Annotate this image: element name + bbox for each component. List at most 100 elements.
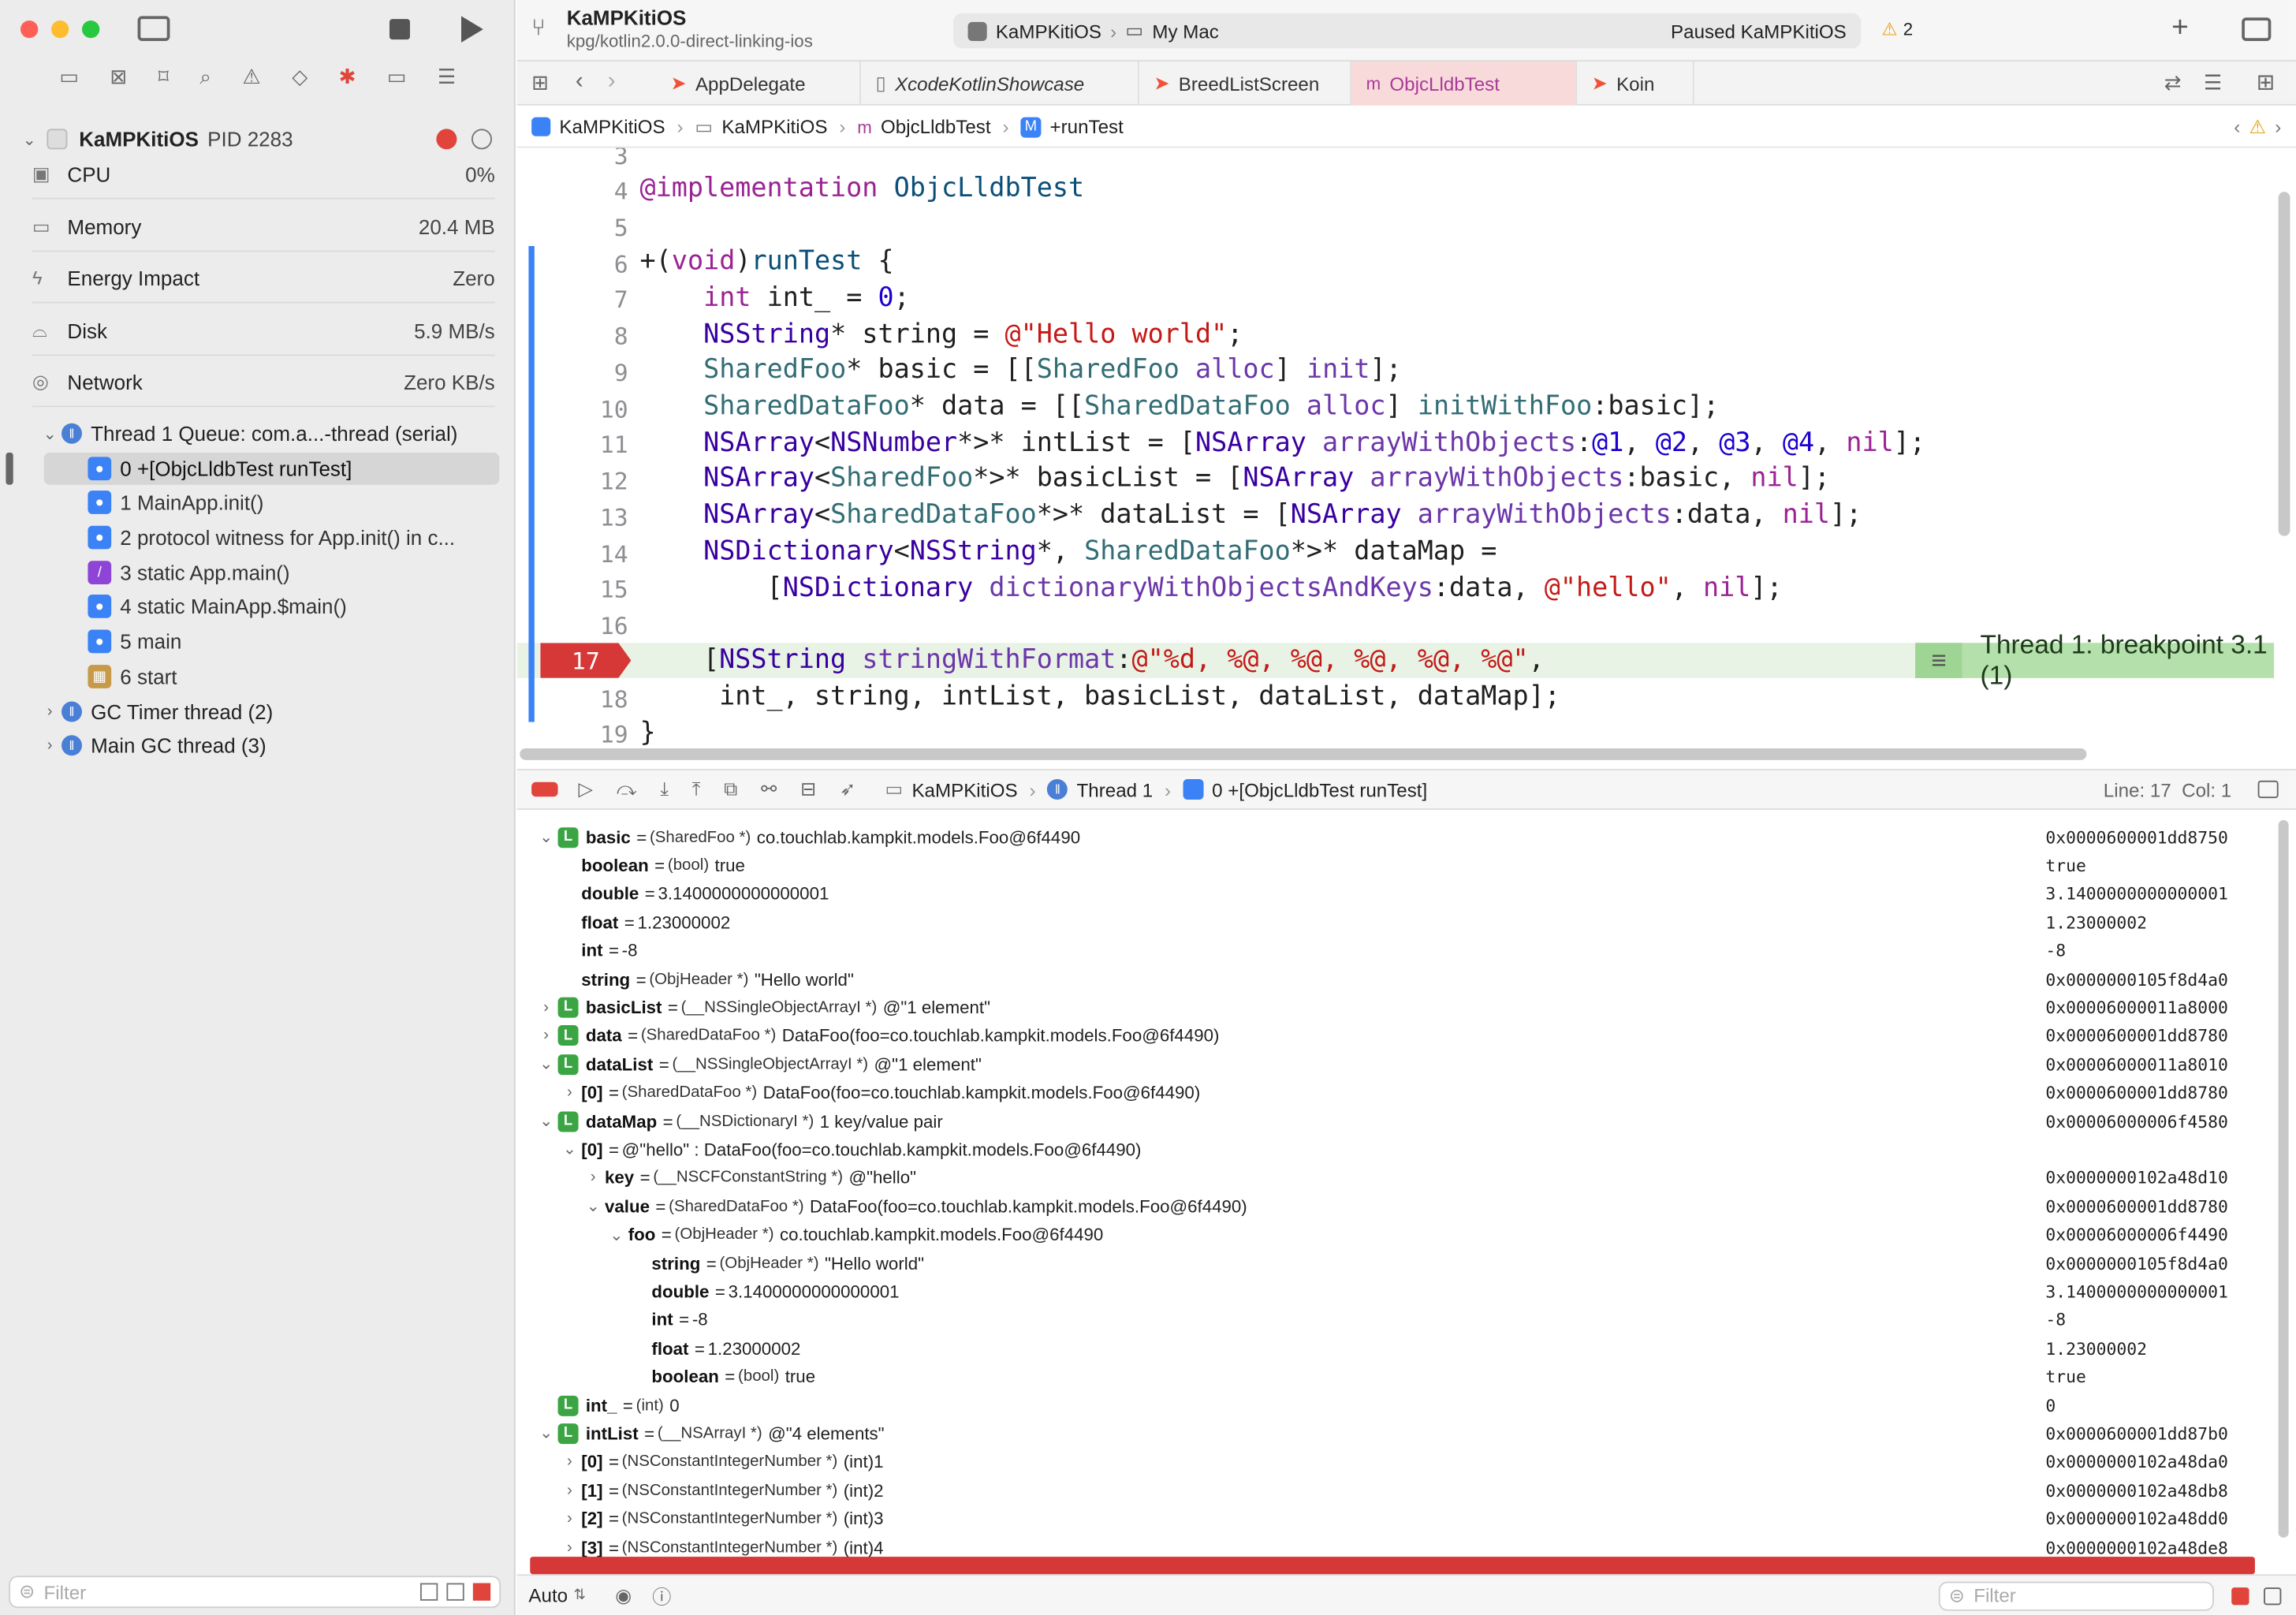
- horizontal-scrollbar[interactable]: [520, 748, 2087, 760]
- annotation-menu-icon[interactable]: ≡: [1915, 643, 1963, 678]
- chevron-right-icon[interactable]: ›: [558, 1453, 582, 1471]
- tab-objclldbtest[interactable]: m ObjcLldbTest: [1351, 61, 1578, 106]
- chevron-down-icon[interactable]: ⌄: [535, 1112, 558, 1130]
- breakpoint-navigator-icon[interactable]: ▭: [387, 65, 407, 103]
- debug-target[interactable]: KaMPKitiOS: [911, 778, 1017, 800]
- swap-icon[interactable]: ⇄: [2164, 70, 2182, 95]
- continue-icon[interactable]: ▷: [579, 778, 594, 801]
- variable-row[interactable]: int = -8 -8: [517, 937, 2275, 964]
- variable-row[interactable]: Lint_ = (int) 0 0: [517, 1391, 2275, 1419]
- warnings-badge[interactable]: ⚠ 2: [1881, 19, 1913, 39]
- chevron-down-icon[interactable]: ⌄: [535, 1424, 558, 1443]
- filter-crash-icon[interactable]: [472, 1583, 491, 1601]
- zoom-window-button[interactable]: [81, 20, 100, 39]
- breadcrumb-item[interactable]: +runTest: [1050, 116, 1124, 138]
- chevron-right-icon[interactable]: ›: [558, 1482, 582, 1499]
- filter-option-icon[interactable]: [446, 1583, 464, 1601]
- step-over-icon[interactable]: ⤼: [617, 778, 637, 801]
- variable-row[interactable]: ⌄ value = (SharedDataFoo *) DataFoo(foo=co.…: [517, 1192, 2275, 1220]
- variable-row[interactable]: › [2] = (NSConstantIntegerNumber *) (int)3 0…: [517, 1505, 2275, 1532]
- variable-row[interactable]: ⌄ LdataMap = (__NSDictionaryI *) 1 key/valu…: [517, 1107, 2275, 1135]
- tab-koin[interactable]: ➤ Koin: [1577, 61, 1694, 106]
- chevron-down-icon[interactable]: ⌄: [17, 129, 41, 148]
- chevron-down-icon[interactable]: ⌄: [558, 1140, 582, 1158]
- report-icon[interactable]: ☰: [438, 65, 456, 103]
- variable-row[interactable]: › LbasicList = (__NSSingleObjectArrayI *) @…: [517, 994, 2275, 1021]
- debug-icon[interactable]: ✱: [339, 65, 356, 103]
- variable-row[interactable]: › [0] = (SharedDataFoo *) DataFoo(foo=co.to…: [517, 1079, 2275, 1106]
- variable-row[interactable]: › [0] = (NSConstantIntegerNumber *) (int)1 0…: [517, 1448, 2275, 1475]
- inspector-toggle-icon[interactable]: [2242, 17, 2272, 41]
- chevron-right-icon[interactable]: ›: [581, 1169, 605, 1187]
- run-icon[interactable]: [460, 16, 483, 43]
- debug-frame[interactable]: 0 +[ObjcLldbTest runTest]: [1212, 778, 1427, 800]
- variable-row[interactable]: string = (ObjHeader *) "Hello world" 0x0000…: [517, 1249, 2275, 1277]
- run-destination[interactable]: My Mac: [1152, 20, 1218, 42]
- add-editor-icon[interactable]: ⊞: [2257, 69, 2275, 95]
- stop-icon[interactable]: [389, 19, 410, 40]
- info-icon[interactable]: ⓘ: [652, 1582, 671, 1609]
- variable-row[interactable]: › [1] = (NSConstantIntegerNumber *) (int)2 0…: [517, 1476, 2275, 1504]
- minimize-window-button[interactable]: [50, 20, 69, 39]
- chevron-right-icon[interactable]: ›: [558, 1084, 582, 1101]
- selected-variable-row-self[interactable]: [530, 1557, 2255, 1575]
- breakpoints-toggle-icon[interactable]: [531, 781, 558, 797]
- stack-frame[interactable]: ● 0 +[ObjcLldbTest runTest]: [43, 452, 500, 485]
- chevron-down-icon[interactable]: ⌄: [38, 424, 62, 442]
- close-window-button[interactable]: [20, 20, 39, 39]
- stack-frame[interactable]: / 3 static App.main(): [44, 557, 500, 589]
- gauge-energy[interactable]: ϟ Energy Impact Zero: [32, 253, 495, 304]
- test-icon[interactable]: ◇: [292, 65, 308, 103]
- issue-icon[interactable]: ⚠: [242, 65, 260, 103]
- memory-graph-icon[interactable]: ⚯: [761, 778, 777, 801]
- chevron-right-icon[interactable]: ›: [535, 998, 558, 1016]
- run-target[interactable]: KaMPKitiOS: [996, 20, 1101, 42]
- chevron-down-icon[interactable]: ⌄: [535, 827, 558, 846]
- thread-row[interactable]: › ‖ GC Timer thread (2): [38, 696, 501, 728]
- gauge-disk[interactable]: ⌓ Disk 5.9 MB/s: [32, 306, 495, 356]
- chevron-down-icon[interactable]: ⌄: [535, 1054, 558, 1073]
- step-out-icon[interactable]: ⤒: [692, 778, 701, 801]
- warning-icon[interactable]: ⚠: [2249, 115, 2267, 139]
- variable-row[interactable]: string = (ObjHeader *) "Hello world" 0x0000…: [517, 965, 2275, 993]
- activity-view[interactable]: KaMPKitiOS › ▭ My Mac Paused KaMPKitiOS: [952, 13, 1862, 49]
- stack-frame[interactable]: ● 1 MainApp.init(): [44, 487, 500, 519]
- tab-appdelegate[interactable]: ➤ AppDelegate: [656, 61, 861, 106]
- console-toggle-icon[interactable]: [2257, 780, 2279, 799]
- view-hierarchy-icon[interactable]: ⧉: [724, 778, 737, 801]
- chevron-down-icon[interactable]: ⌄: [605, 1225, 628, 1244]
- variable-row[interactable]: ⌄ foo = (ObjHeader *) co.touchlab.kampkit.m…: [517, 1221, 2275, 1248]
- gauge-memory[interactable]: ▭ Memory 20.4 MB: [32, 202, 495, 252]
- variable-row[interactable]: ⌄ LintList = (__NSArrayI *) @"4 elements" 0x…: [517, 1419, 2275, 1447]
- add-icon[interactable]: +: [2171, 12, 2189, 46]
- variable-row[interactable]: ⌄ Lbasic = (SharedFoo *) co.touchlab.kampki…: [517, 823, 2275, 851]
- variable-row[interactable]: float = 1.23000002 1.23000002: [517, 908, 2275, 936]
- variable-row[interactable]: int = -8 -8: [517, 1306, 2275, 1333]
- find-icon[interactable]: ⌕: [199, 65, 211, 103]
- back-icon[interactable]: ‹: [576, 69, 583, 95]
- source-control-icon[interactable]: ⊠: [110, 65, 127, 103]
- previous-issue-icon[interactable]: ‹: [2234, 116, 2240, 138]
- tab-breedlistscreen[interactable]: ➤ BreedListScreen: [1139, 61, 1352, 106]
- thread-row[interactable]: › ‖ Main GC thread (3): [38, 729, 501, 762]
- variable-row[interactable]: double = 3.1400000000000001 3.140000000000…: [517, 880, 2275, 908]
- breadcrumb-item[interactable]: KaMPKitiOS: [721, 116, 827, 138]
- breakpoint-marker[interactable]: 17: [540, 643, 632, 678]
- next-issue-icon[interactable]: ›: [2275, 116, 2281, 138]
- chevron-right-icon[interactable]: ›: [535, 1027, 558, 1044]
- forward-icon[interactable]: ›: [608, 69, 616, 95]
- variables-scrollbar[interactable]: [2278, 819, 2289, 1538]
- filter-option-icon[interactable]: [419, 1583, 438, 1601]
- stack-frame[interactable]: ● 4 static MainApp.$main(): [44, 590, 500, 622]
- editor-options-icon[interactable]: ☰: [2204, 70, 2222, 95]
- variable-row[interactable]: ⌄ [0] = @"hello" : DataFoo(foo=co.touchlab…: [517, 1136, 2275, 1163]
- source-editor[interactable]: 17 3 4 5 6 7 8 9 10 11 12 13 14 15 16 18…: [516, 147, 2296, 752]
- variable-row[interactable]: boolean = (bool) true true: [517, 852, 2275, 879]
- breadcrumb-item[interactable]: ObjcLldbTest: [881, 116, 991, 138]
- chevron-right-icon[interactable]: ›: [558, 1539, 582, 1556]
- sidebar-toggle-icon[interactable]: [137, 16, 170, 41]
- environment-icon[interactable]: ⊟: [800, 778, 816, 801]
- location-icon[interactable]: ➶: [840, 778, 855, 801]
- bookmark-icon[interactable]: ⌑: [158, 65, 169, 103]
- variable-row[interactable]: › key = (__NSCFConstantString *) @"hello" 0x…: [517, 1164, 2275, 1192]
